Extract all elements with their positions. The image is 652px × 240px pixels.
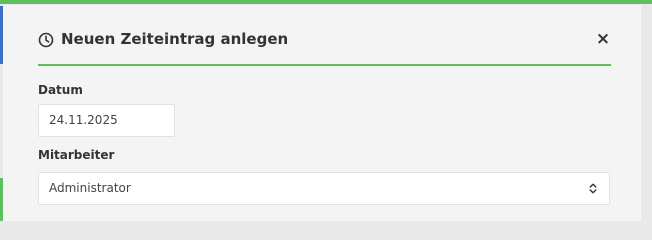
modal-title: Neuen Zeiteintrag anlegen	[61, 30, 289, 48]
clock-icon	[38, 32, 54, 48]
date-label: Datum	[38, 83, 83, 97]
employee-label: Mitarbeiter	[38, 148, 115, 162]
employee-select-value: Administrator	[49, 181, 131, 195]
close-button[interactable]: ×	[595, 31, 611, 48]
modal-header: Neuen Zeiteintrag anlegen ×	[38, 26, 611, 66]
employee-select[interactable]: Administrator	[38, 172, 610, 205]
backdrop-top-bar	[0, 0, 652, 4]
chevron-up-down-icon	[589, 183, 597, 194]
date-input[interactable]: 24.11.2025	[38, 104, 175, 137]
